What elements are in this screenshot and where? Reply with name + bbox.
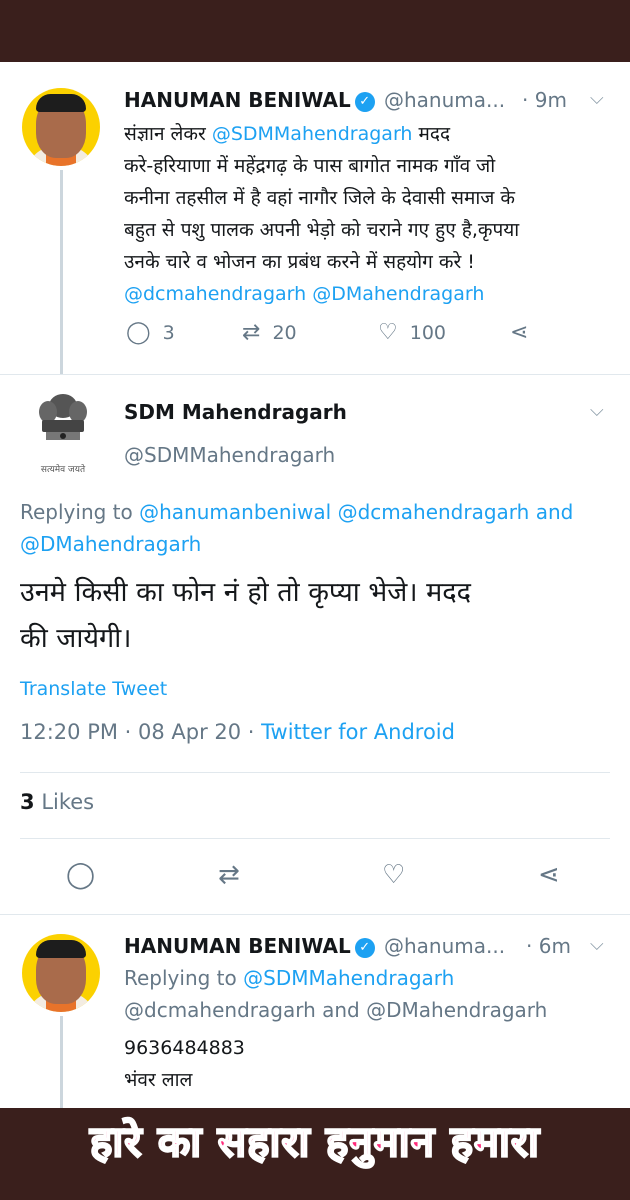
thread-connector-line bbox=[60, 1016, 63, 1108]
reply-button[interactable]: ◯ 3 bbox=[126, 320, 175, 345]
author-name[interactable]: SDM Mahendragarh bbox=[124, 400, 347, 424]
tweet-actions: ◯ ⇄ ♡ ⋖ bbox=[0, 860, 630, 900]
emblem-caption: सत्यमेव जयते bbox=[40, 465, 86, 475]
avatar-hanuman-beniwal[interactable] bbox=[22, 88, 100, 166]
phone-number: 9636484883 bbox=[124, 1037, 245, 1059]
divider bbox=[20, 772, 610, 773]
verified-badge-icon: ✓ bbox=[354, 938, 375, 958]
retweet-count: 20 bbox=[272, 322, 297, 344]
tweet-time[interactable]: · 6m bbox=[526, 934, 571, 958]
avatar-hanuman-beniwal[interactable] bbox=[22, 934, 100, 1012]
replying-to: Replying to @SDMMahendragarh bbox=[124, 962, 454, 994]
tweet-line-3: कनीना तहसील में है वहां नागौर जिले के दे… bbox=[124, 187, 516, 209]
chevron-down-icon[interactable]: ⌵ bbox=[590, 934, 604, 955]
tweet-body: संज्ञान लेकर @SDMMahendragarh मदद करे-हर… bbox=[124, 118, 614, 310]
author-handle[interactable]: @SDMMahendragarh bbox=[124, 443, 335, 467]
tweet-meta: 12:20 PM · 08 Apr 20 · Twitter for Andro… bbox=[20, 720, 455, 744]
mention-link[interactable]: @SDMMahendragarh bbox=[212, 123, 413, 145]
heart-icon[interactable]: ♡ bbox=[382, 860, 405, 890]
replying-targets[interactable]: @dcmahendragarh and @DMahendragarh bbox=[124, 994, 547, 1026]
share-icon: ⋖ bbox=[510, 320, 529, 345]
thread-connector-line bbox=[60, 170, 63, 375]
tweet-text-segment: संज्ञान लेकर bbox=[124, 123, 206, 145]
divider bbox=[0, 374, 630, 375]
tweet-text-segment: मदद bbox=[418, 123, 451, 145]
avatar-hair bbox=[36, 94, 86, 112]
retweet-icon: ⇄ bbox=[242, 320, 261, 345]
tweet-time[interactable]: · 9m bbox=[522, 88, 567, 112]
mentions-line[interactable]: @dcmahendragarh @DMahendragarh bbox=[124, 278, 614, 310]
likes-number: 3 bbox=[20, 790, 35, 814]
tweet-line-2: की जायेगी। bbox=[20, 623, 132, 654]
retweet-button[interactable]: ⇄ 20 bbox=[242, 320, 297, 345]
timestamp[interactable]: 12:20 PM · 08 Apr 20 · bbox=[20, 720, 254, 744]
avatar-hair bbox=[36, 940, 86, 958]
author-name[interactable]: HANUMAN BENIWAL ✓ bbox=[124, 88, 375, 112]
chevron-down-icon[interactable]: ⌵ bbox=[590, 400, 604, 421]
reply-icon: ◯ bbox=[126, 320, 151, 345]
divider bbox=[20, 838, 610, 839]
likes-label: Likes bbox=[41, 790, 95, 814]
retweet-icon[interactable]: ⇄ bbox=[218, 860, 240, 890]
author-handle[interactable]: @hanuma... bbox=[384, 934, 505, 958]
tweet-body: उनमे किसी का फोन नं हो तो कृप्या भेजे। म… bbox=[20, 570, 620, 662]
top-dark-band bbox=[0, 0, 630, 62]
replying-prefix: Replying to bbox=[20, 500, 133, 524]
replying-to: Replying to @hanumanbeniwal @dcmahendrag… bbox=[20, 496, 620, 560]
reply-count: 3 bbox=[162, 322, 175, 344]
author-handle[interactable]: @hanuma... bbox=[384, 88, 505, 112]
author-name-text: HANUMAN BENIWAL bbox=[124, 88, 351, 112]
replying-prefix: Replying to bbox=[124, 966, 237, 990]
divider bbox=[0, 914, 630, 915]
like-count: 100 bbox=[409, 322, 446, 344]
author-name[interactable]: HANUMAN BENIWAL ✓ bbox=[124, 934, 375, 958]
heart-icon: ♡ bbox=[378, 320, 398, 345]
tweet-line-1: संज्ञान लेकर @SDMMahendragarh मदद bbox=[124, 118, 614, 150]
share-button[interactable]: ⋖ bbox=[510, 320, 540, 345]
reply-icon[interactable]: ◯ bbox=[66, 860, 95, 890]
contact-name: भंवर लाल bbox=[124, 1069, 193, 1091]
tweet-line-2: करे-हरियाणा में महेंद्रगढ़ के पास बागोत … bbox=[124, 155, 496, 177]
likes-count[interactable]: 3 Likes bbox=[20, 790, 94, 814]
tweet-actions: ◯ 3 ⇄ 20 ♡ 100 ⋖ bbox=[126, 320, 586, 356]
like-button[interactable]: ♡ 100 bbox=[378, 320, 446, 345]
tweet-line-1: उनमे किसी का फोन नं हो तो कृप्या भेजे। म… bbox=[20, 577, 471, 608]
author-name-text: HANUMAN BENIWAL bbox=[124, 934, 351, 958]
banner-slogan: हारे का सहारा हनुमान हमारा bbox=[89, 1116, 540, 1167]
client-link[interactable]: Twitter for Android bbox=[261, 720, 455, 744]
verified-badge-icon: ✓ bbox=[354, 92, 375, 112]
share-icon[interactable]: ⋖ bbox=[538, 860, 560, 890]
chevron-down-icon[interactable]: ⌵ bbox=[590, 88, 604, 109]
translate-tweet-link[interactable]: Translate Tweet bbox=[20, 678, 167, 700]
tweet-line-4: बहुत से पशु पालक अपनी भेड़ो को चराने गए … bbox=[124, 219, 520, 241]
replying-target[interactable]: @SDMMahendragarh bbox=[243, 966, 454, 990]
tweet-line-5: उनके चारे व भोजन का प्रबंध करने में सहयो… bbox=[124, 251, 475, 273]
